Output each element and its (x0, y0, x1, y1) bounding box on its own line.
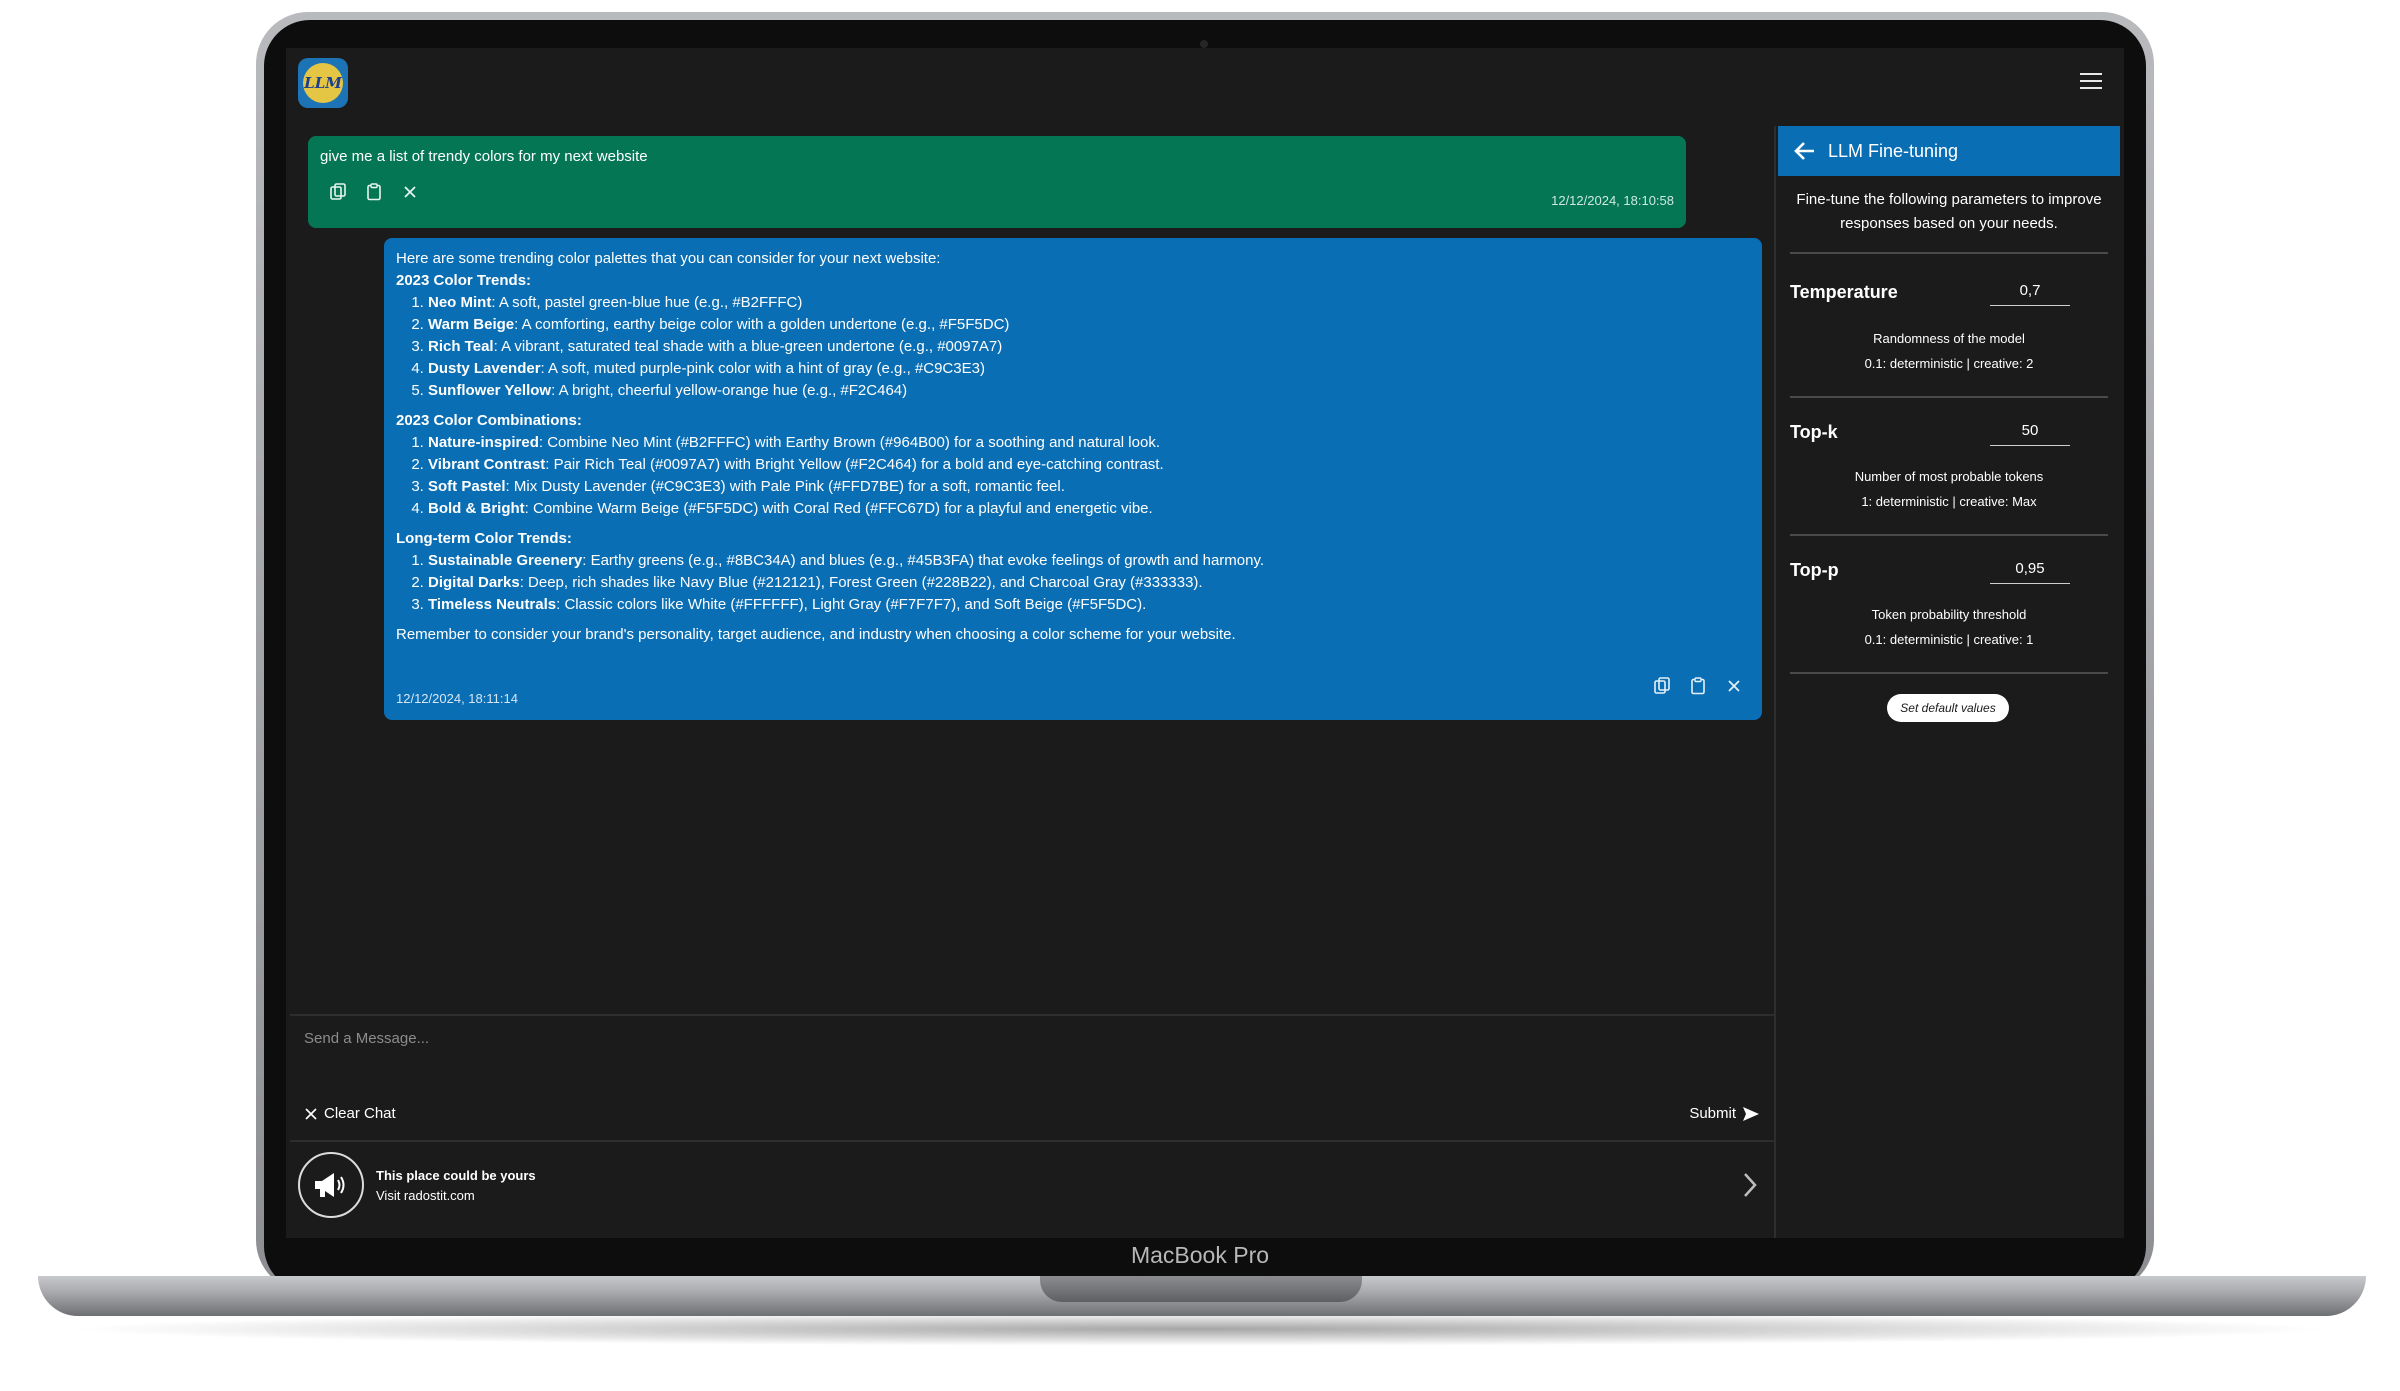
section-heading: Long-term Color Trends: (396, 530, 572, 547)
message-input[interactable]: Send a Message... (304, 1030, 429, 1047)
divider (1790, 396, 2108, 398)
user-message: give me a list of trendy colors for my n… (308, 136, 1686, 228)
logo-badge: LLM (303, 63, 343, 103)
panel-description: Fine-tune the following parameters to im… (1796, 191, 2102, 232)
list-item: Timeless Neutrals: Classic colors like W… (428, 594, 1736, 616)
assistant-message-actions (1652, 676, 1744, 696)
panel-header: LLM Fine-tuning (1778, 126, 2120, 176)
top-k-label: Top-k (1790, 422, 1838, 442)
laptop-shadow (60, 1312, 2340, 1346)
clear-chat-label: Clear Chat (324, 1105, 396, 1122)
long-term-list: Sustainable Greenery: Earthy greens (e.g… (396, 550, 1736, 616)
device-brand-label: MacBook Pro (1130, 1242, 1270, 1268)
list-item: Nature-inspired: Combine Neo Mint (#B2FF… (428, 432, 1736, 454)
list-item: Soft Pastel: Mix Dusty Lavender (#C9C3E3… (428, 476, 1736, 498)
assistant-closing: Remember to consider your brand's person… (396, 626, 1236, 643)
top-p-description: Token probability threshold 0.1: determin… (1864, 607, 2034, 647)
user-message-actions (328, 182, 420, 202)
temperature-label: Temperature (1790, 282, 1898, 302)
list-item: Rich Teal: A vibrant, saturated teal sha… (428, 336, 1736, 358)
set-default-values-button[interactable]: Set default values (1887, 694, 2009, 722)
assistant-message-timestamp: 12/12/2024, 18:11:14 (396, 691, 518, 706)
temperature-description: Randomness of the model 0.1: deterministi… (1864, 331, 2034, 371)
divider (1790, 672, 2108, 674)
megaphone-icon (298, 1152, 364, 1218)
top-p-label: Top-p (1790, 560, 1839, 580)
assistant-message-body: Here are some trending color palettes th… (396, 248, 1736, 646)
send-icon (1743, 1106, 1759, 1121)
section-heading: 2023 Color Trends: (396, 272, 532, 289)
list-item: Neo Mint: A soft, pastel green-blue hue … (428, 292, 1736, 314)
section-heading: 2023 Color Combinations: (396, 412, 582, 429)
copy-icon[interactable] (1652, 676, 1672, 696)
chevron-right-icon[interactable] (1742, 1172, 1758, 1198)
top-k-input[interactable]: 50 (1990, 422, 2070, 446)
app-logo[interactable]: LLM (298, 58, 348, 108)
fine-tuning-panel: LLM Fine-tuning Fine-tune the following … (1778, 126, 2120, 1238)
divider (1790, 534, 2108, 536)
clipboard-icon[interactable] (364, 182, 384, 202)
user-message-text: give me a list of trendy colors for my n… (320, 148, 648, 165)
list-item: Vibrant Contrast: Pair Rich Teal (#0097A… (428, 454, 1736, 476)
clipboard-icon[interactable] (1688, 676, 1708, 696)
screen: LLM give me a list of trendy colors for … (286, 48, 2124, 1238)
panel-title: LLM Fine-tuning (1828, 140, 1959, 161)
close-icon (305, 1107, 317, 1120)
top-k-description: Number of most probable tokens 1: determi… (1854, 469, 2044, 509)
submit-button[interactable]: Submit (1689, 1105, 1760, 1122)
close-icon[interactable] (400, 182, 420, 202)
menu-icon[interactable] (2080, 73, 2102, 91)
assistant-intro: Here are some trending color palettes th… (396, 250, 941, 267)
copy-icon[interactable] (328, 182, 348, 202)
message-input-area[interactable]: Send a Message... Clear Chat Submit (290, 1016, 1774, 1142)
camera (1200, 40, 1208, 48)
assistant-message: Here are some trending color palettes th… (384, 238, 1762, 720)
list-item: Sunflower Yellow: A bright, cheerful yel… (428, 380, 1736, 402)
list-item: Dusty Lavender: A soft, muted purple-pin… (428, 358, 1736, 380)
clear-chat-button[interactable]: Clear Chat (304, 1105, 396, 1122)
list-item: Warm Beige: A comforting, earthy beige c… (428, 314, 1736, 336)
close-icon[interactable] (1724, 676, 1744, 696)
user-message-timestamp: 12/12/2024, 18:10:58 (1551, 193, 1674, 208)
top-bar: LLM (286, 48, 2124, 118)
divider (1790, 252, 2108, 254)
trend-list: Neo Mint: A soft, pastel green-blue hue … (396, 292, 1736, 402)
list-item: Bold & Bright: Combine Warm Beige (#F5F5… (428, 498, 1736, 520)
back-arrow-icon[interactable] (1794, 141, 1816, 161)
list-item: Sustainable Greenery: Earthy greens (e.g… (428, 550, 1736, 572)
top-p-input[interactable]: 0,95 (1990, 560, 2070, 584)
submit-label: Submit (1689, 1105, 1736, 1122)
ad-title: This place could be yours (376, 1168, 536, 1183)
ad-banner[interactable]: This place could be yours Visit radostit… (290, 1142, 1774, 1236)
laptop-notch (1040, 1276, 1362, 1302)
temperature-input[interactable]: 0,7 (1990, 282, 2070, 306)
list-item: Digital Darks: Deep, rich shades like Na… (428, 572, 1736, 594)
ad-subtitle: Visit radostit.com (376, 1188, 475, 1203)
combination-list: Nature-inspired: Combine Neo Mint (#B2FF… (396, 432, 1736, 520)
